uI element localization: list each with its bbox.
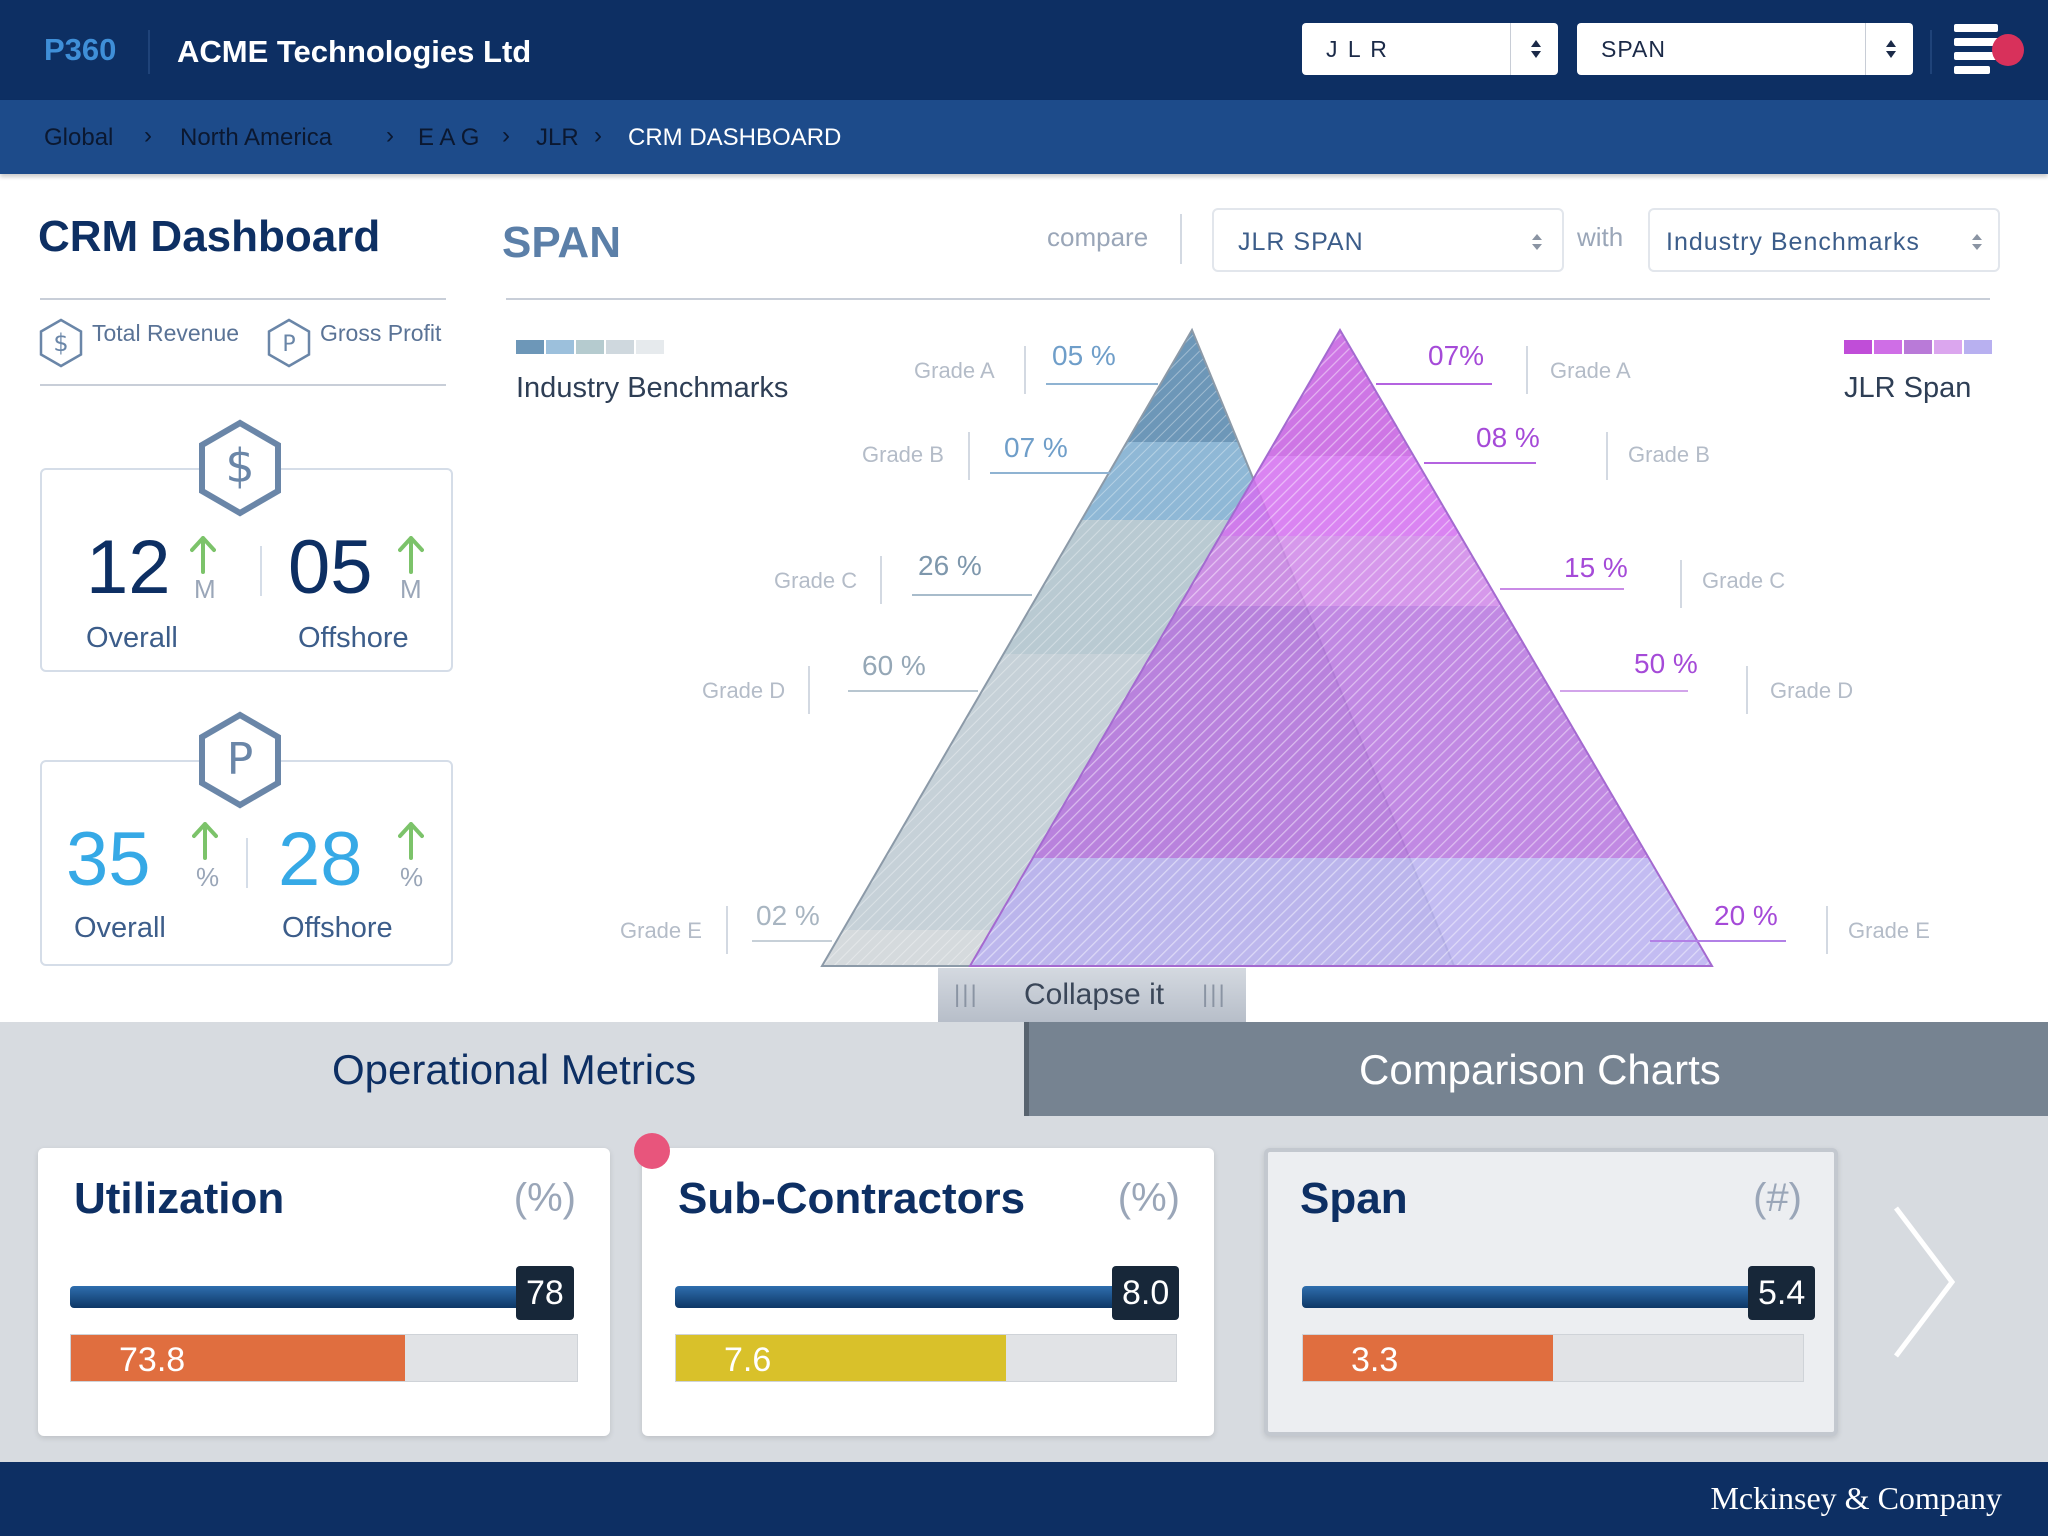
divider [968, 432, 970, 480]
industry-grade-d-pct: 60 % [862, 650, 926, 681]
footer: Mckinsey & Company [0, 1462, 2048, 1536]
collapse-label: Collapse it [1024, 978, 1165, 1011]
chevron-right-icon[interactable] [1882, 1202, 1962, 1362]
right-grade-e-label: Grade E [1848, 918, 1930, 943]
metric-card-sub-contractors[interactable]: Sub-Contractors (%) 8.0 7.6 [642, 1148, 1214, 1436]
benchmark-value-badge: 8.0 [1112, 1266, 1180, 1320]
leader-line [1650, 940, 1786, 942]
right-grade-c-label: Grade C [1702, 568, 1786, 593]
metric-unit: (%) [513, 1176, 576, 1220]
notification-dot[interactable] [634, 1133, 670, 1169]
divider [808, 666, 810, 714]
value-fill: 7.6 [676, 1335, 1006, 1381]
value-track: 7.6 [675, 1334, 1177, 1382]
tab-comparison-label: Comparison Charts [1359, 1046, 1721, 1093]
footer-credit: Mckinsey & Company [1710, 1480, 2002, 1516]
right-grade-d-label: Grade D [1770, 678, 1854, 703]
divider [1680, 560, 1682, 608]
leader-line [1424, 462, 1536, 464]
divider [1526, 346, 1528, 394]
grip-icon: ||| [954, 981, 979, 1008]
industry-grade-b-pct: 07 % [1004, 432, 1068, 463]
divider [880, 556, 882, 604]
left-grade-e-label: Grade E [620, 918, 702, 943]
span-pyramid-chart [820, 327, 1714, 967]
leader-line [848, 690, 978, 692]
value-fill: 73.8 [71, 1335, 405, 1381]
divider [1024, 346, 1026, 394]
jlr-grade-a-pct: 07% [1428, 340, 1485, 371]
metric-title: Sub-Contractors [678, 1174, 1026, 1223]
right-grade-b-label: Grade B [1628, 442, 1710, 467]
right-grade-a-label: Grade A [1550, 358, 1631, 383]
collapse-button[interactable]: ||| Collapse it ||| [938, 968, 1246, 1022]
jlr-grade-e-pct: 20 % [1714, 900, 1778, 931]
divider [726, 906, 728, 954]
divider [1746, 666, 1748, 714]
value-fill: 3.3 [1303, 1335, 1553, 1381]
industry-grade-a-pct: 05 % [1052, 340, 1116, 371]
leader-line [1560, 690, 1688, 692]
metric-value: 73.8 [119, 1341, 186, 1379]
leader-line [912, 594, 1032, 596]
left-grade-a-label: Grade A [914, 358, 995, 383]
grip-icon: ||| [1202, 981, 1227, 1008]
jlr-grade-b-pct: 08 % [1476, 422, 1540, 453]
metric-unit: (#) [1753, 1176, 1802, 1220]
left-grade-d-label: Grade D [702, 678, 786, 703]
metric-title: Span [1300, 1174, 1408, 1223]
metric-card-span[interactable]: Span (#) 5.4 3.3 [1264, 1148, 1838, 1436]
crm-dashboard-app: P360 ACME Technologies Ltd J L R SPAN Gl… [0, 0, 2048, 1536]
industry-grade-e-pct: 02 % [756, 900, 820, 931]
left-grade-c-label: Grade C [774, 568, 858, 593]
benchmark-bar [675, 1286, 1127, 1308]
jlr-grade-d-pct: 50 % [1634, 648, 1698, 679]
leader-line [990, 472, 1110, 474]
leader-line [752, 940, 832, 942]
left-grade-b-label: Grade B [862, 442, 944, 467]
metric-card-utilization[interactable]: Utilization (%) 78 73.8 [38, 1148, 610, 1436]
metric-unit: (%) [1117, 1176, 1180, 1220]
value-track: 73.8 [70, 1334, 578, 1382]
metric-title: Utilization [74, 1174, 285, 1223]
tab-operational-metrics[interactable]: Operational Metrics [0, 1022, 1024, 1116]
value-track: 3.3 [1302, 1334, 1804, 1382]
divider [1606, 432, 1608, 480]
benchmark-bar [70, 1286, 542, 1308]
leader-line [1500, 588, 1624, 590]
metric-value: 3.3 [1351, 1341, 1399, 1379]
tab-operational-label: Operational Metrics [332, 1046, 697, 1093]
jlr-grade-c-pct: 15 % [1564, 552, 1628, 583]
metric-value: 7.6 [724, 1341, 772, 1379]
leader-line [1046, 383, 1158, 385]
leader-line [1376, 383, 1492, 385]
benchmark-value-badge: 5.4 [1748, 1266, 1816, 1320]
benchmark-value-badge: 78 [516, 1266, 574, 1320]
benchmark-bar [1302, 1286, 1754, 1308]
industry-grade-c-pct: 26 % [918, 550, 982, 581]
tab-comparison-charts[interactable]: Comparison Charts [1024, 1022, 2048, 1116]
divider [1826, 906, 1828, 954]
